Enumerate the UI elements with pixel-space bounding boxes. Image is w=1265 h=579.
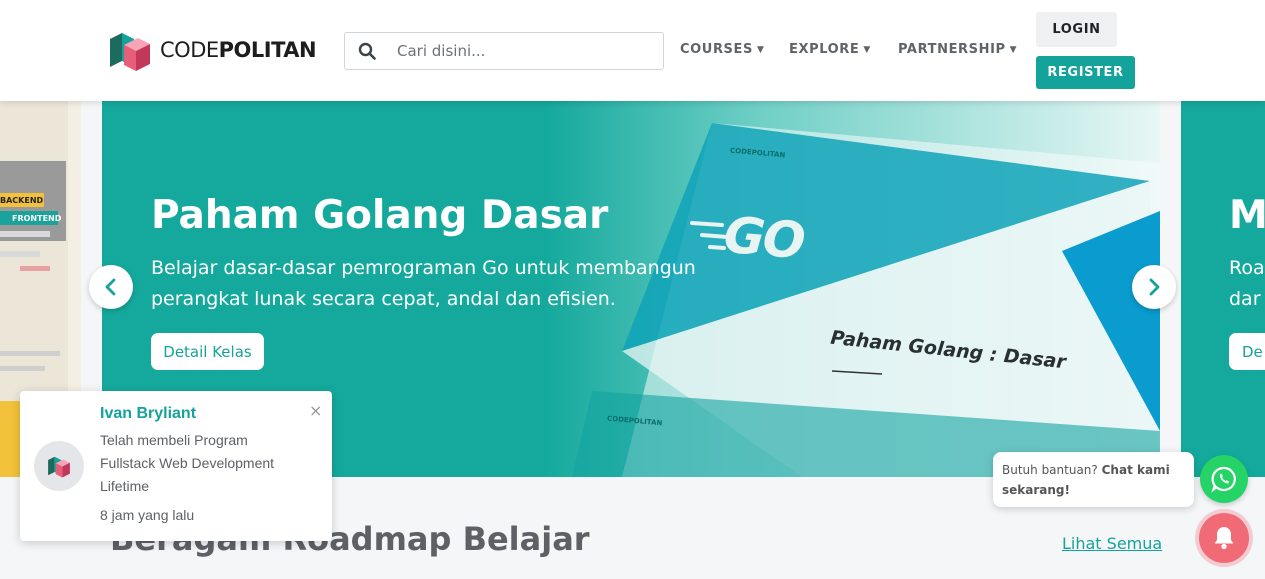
caret-down-icon: ▼	[1009, 44, 1018, 55]
site-header: CODEPOLITAN COURSES▼ EXPLORE▼ PARTNERSHI…	[0, 0, 1265, 101]
caret-down-icon: ▼	[863, 44, 871, 55]
purchase-notification: Ivan Bryliant Telah membeli Program Full…	[20, 391, 332, 541]
search-icon[interactable]	[345, 42, 389, 60]
slide-next-desc-2: dar	[1229, 288, 1261, 310]
whatsapp-button[interactable]	[1200, 455, 1248, 503]
carousel-slide-next[interactable]: M Roa dar De	[1181, 101, 1265, 477]
nav-partnership-label: PARTNERSHIP	[898, 42, 1006, 57]
chat-help-bubble[interactable]: Butuh bantuan? Chat kami sekarang!	[993, 452, 1194, 507]
carousel-next-button[interactable]	[1132, 265, 1176, 309]
nav-explore-label: EXPLORE	[789, 42, 860, 57]
avatar	[34, 441, 84, 491]
logo[interactable]: CODEPOLITAN	[108, 27, 317, 73]
slide-next-button[interactable]: De	[1229, 333, 1265, 370]
search-input[interactable]	[397, 42, 657, 60]
caret-down-icon: ▼	[756, 44, 765, 55]
nav-courses-label: COURSES	[680, 42, 753, 57]
detail-kelas-button[interactable]: Detail Kelas	[151, 333, 264, 370]
slide-next-title: M	[1229, 193, 1265, 238]
hero-title: Paham Golang Dasar	[151, 193, 609, 238]
cover-go-logo: GO	[721, 205, 806, 271]
close-icon[interactable]: ×	[309, 401, 322, 420]
purchase-message: Telah membeli Program Fullstack Web Deve…	[100, 432, 275, 494]
nav-courses[interactable]: COURSES ▼	[680, 42, 765, 57]
slide-prev-tag-backend: BACKEND	[0, 196, 44, 205]
buyer-name: Ivan Bryliant	[100, 405, 197, 422]
nav-explore[interactable]: EXPLORE ▼	[789, 42, 871, 57]
notification-button[interactable]	[1199, 513, 1249, 563]
nav-partnership[interactable]: PARTNERSHIP ▼	[898, 42, 1017, 57]
purchase-time: 8 jam yang lalu	[100, 507, 195, 523]
login-button[interactable]: LOGIN	[1036, 12, 1117, 47]
whatsapp-icon	[1211, 466, 1236, 493]
carousel-prev-button[interactable]	[89, 265, 133, 309]
register-button[interactable]: REGISTER	[1036, 56, 1135, 89]
slide-prev-tag-frontend: FRONTEND	[12, 214, 62, 223]
chevron-right-icon	[1149, 278, 1160, 296]
logo-icon	[110, 33, 150, 71]
search-bar	[344, 32, 664, 70]
chevron-left-icon	[105, 278, 116, 296]
bell-icon	[1214, 527, 1234, 550]
see-all-link[interactable]: Lihat Semua	[1062, 534, 1162, 553]
hero-description: Belajar dasar-dasar pemrograman Go untuk…	[151, 257, 696, 310]
slide-next-desc-1: Roa	[1229, 257, 1265, 279]
logo-text: CODEPOLITAN	[160, 38, 317, 62]
logo-icon	[48, 456, 70, 478]
chat-prompt: Butuh bantuan?	[1002, 463, 1098, 477]
